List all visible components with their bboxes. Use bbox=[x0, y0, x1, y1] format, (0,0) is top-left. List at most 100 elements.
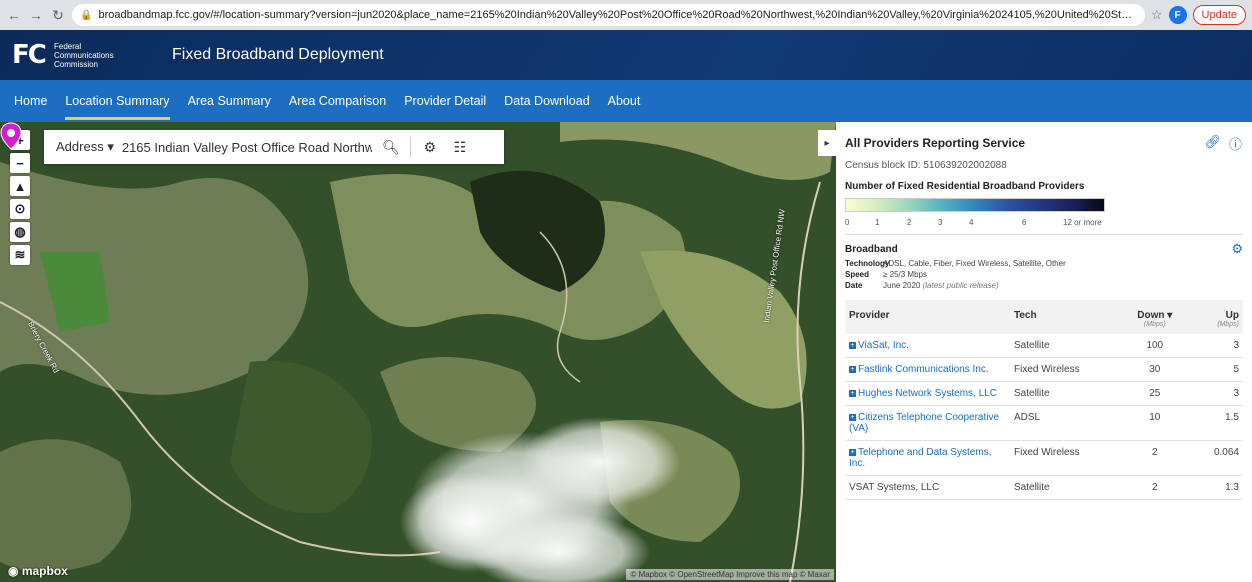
technology-row: Technology ADSL, Cable, Fiber, Fixed Wir… bbox=[845, 259, 1243, 268]
legend-tick: 1 bbox=[875, 218, 880, 227]
speed-key: Speed bbox=[845, 270, 870, 279]
info-icon[interactable]: ⓘ bbox=[1229, 134, 1242, 153]
agency-line-3: Commission bbox=[54, 59, 99, 69]
search-divider bbox=[409, 137, 411, 157]
col-down-unit: (Mbps) bbox=[1143, 321, 1166, 328]
date-key: Date bbox=[845, 281, 863, 290]
compass-icon[interactable]: ▲ bbox=[10, 176, 30, 196]
expand-plus-icon[interactable]: + bbox=[849, 366, 856, 373]
tab-location-summary[interactable]: Location Summary bbox=[65, 90, 170, 120]
tech-cell: Satellite bbox=[1010, 334, 1120, 358]
col-up-unit: (Mbps) bbox=[1217, 321, 1239, 328]
search-type-dropdown[interactable]: Address ▾ bbox=[56, 139, 114, 155]
legend-tick: 12 or more bbox=[1063, 218, 1102, 227]
results-panel: All Providers Reporting Service 🔗︎ ⓘ Cen… bbox=[836, 122, 1252, 582]
table-row: + ViaSat, Inc. Satellite 100 3 bbox=[845, 334, 1243, 358]
table-header-row: Provider Tech Down ▾ (Mbps) Up (Mbps) bbox=[845, 300, 1243, 334]
fcc-logo[interactable]: FC bbox=[12, 40, 48, 70]
provider-link[interactable]: + ViaSat, Inc. bbox=[849, 340, 909, 351]
main-nav: Home Location Summary Area Summary Area … bbox=[0, 80, 1252, 122]
technology-key: Technology bbox=[845, 259, 890, 268]
provider-name[interactable]: ViaSat, Inc. bbox=[858, 340, 909, 351]
tab-area-comparison[interactable]: Area Comparison bbox=[289, 90, 386, 112]
provider-link[interactable]: + Fastlink Communications Inc. bbox=[849, 364, 989, 375]
lock-icon: 🔒 bbox=[80, 9, 93, 21]
provider-name[interactable]: Hughes Network Systems, LLC bbox=[858, 388, 997, 399]
providers-table-body: + ViaSat, Inc. Satellite 100 3 + Fastlink Comm… bbox=[845, 334, 1243, 500]
provider-cell: VSAT Systems, LLC bbox=[845, 475, 1010, 500]
reload-icon[interactable]: ↻ bbox=[50, 7, 66, 23]
down-cell: 2 bbox=[1120, 475, 1190, 500]
address-search-input[interactable] bbox=[121, 139, 372, 155]
down-cell: 100 bbox=[1120, 334, 1190, 358]
address-search-bar: Address ▾ 🔍︎ ⚙ ☷ bbox=[44, 130, 504, 164]
table-row: + Citizens Telephone Cooperative (VA) ADSL… bbox=[845, 405, 1243, 441]
speed-value: ≥ 25/3 Mbps bbox=[883, 270, 927, 279]
settings-gear-icon[interactable]: ⚙ bbox=[419, 139, 441, 156]
browser-update-button[interactable]: Update bbox=[1192, 5, 1246, 25]
expand-plus-icon[interactable]: + bbox=[849, 342, 856, 349]
col-down-label: Down ▾ bbox=[1137, 310, 1173, 321]
mapbox-logo[interactable]: ◉ mapbox bbox=[8, 564, 68, 578]
table-row: + Hughes Network Systems, LLC Satellite 25 3 bbox=[845, 381, 1243, 406]
provider-name[interactable]: Fastlink Communications Inc. bbox=[858, 364, 989, 375]
expand-plus-icon[interactable]: + bbox=[849, 390, 856, 397]
broadband-header: Broadband ⚙ bbox=[845, 241, 1243, 257]
tech-cell: Satellite bbox=[1010, 475, 1120, 500]
broadband-settings-gear-icon[interactable]: ⚙ bbox=[1231, 241, 1243, 257]
bookmark-star-icon[interactable]: ☆ bbox=[1151, 7, 1163, 23]
provider-cell[interactable]: + Telephone and Data Systems, Inc. bbox=[845, 440, 1010, 476]
col-up[interactable]: Up (Mbps) bbox=[1189, 300, 1243, 334]
filter-sliders-icon[interactable]: ☷ bbox=[449, 139, 471, 156]
globe-icon[interactable]: ◍ bbox=[10, 222, 30, 242]
profile-avatar[interactable]: F bbox=[1168, 6, 1187, 24]
divider bbox=[845, 234, 1243, 235]
col-down[interactable]: Down ▾ (Mbps) bbox=[1120, 300, 1190, 334]
provider-name[interactable]: Citizens Telephone Cooperative (VA) bbox=[849, 412, 999, 434]
map-controls: + − ▲ ⊙ ◍ ≋ bbox=[10, 130, 30, 265]
provider-cell[interactable]: + Hughes Network Systems, LLC bbox=[845, 381, 1010, 406]
down-cell: 10 bbox=[1120, 405, 1190, 441]
date-note: (latest public release) bbox=[922, 281, 999, 290]
tab-home[interactable]: Home bbox=[14, 90, 47, 112]
search-icon[interactable]: 🔍︎ bbox=[380, 139, 402, 156]
agency-line-2: Communications bbox=[54, 50, 114, 60]
table-row: + Telephone and Data Systems, Inc. Fixed W… bbox=[845, 440, 1243, 476]
down-cell: 25 bbox=[1120, 381, 1190, 406]
agency-name: Federal Communications Commission bbox=[54, 42, 154, 69]
tech-cell: Satellite bbox=[1010, 381, 1120, 406]
forward-icon[interactable]: → bbox=[28, 7, 44, 23]
expand-plus-icon[interactable]: + bbox=[849, 414, 856, 421]
back-icon[interactable]: ← bbox=[6, 7, 22, 23]
tab-data-download[interactable]: Data Download bbox=[504, 90, 589, 112]
legend-ticks: 0 1 2 3 4 6 12 or more bbox=[845, 212, 1145, 230]
tab-area-summary[interactable]: Area Summary bbox=[188, 90, 271, 112]
legend-tick: 0 bbox=[845, 218, 850, 227]
layers-icon[interactable]: ≋ bbox=[10, 245, 30, 265]
tab-provider-detail[interactable]: Provider Detail bbox=[404, 90, 486, 112]
col-tech[interactable]: Tech bbox=[1010, 300, 1120, 334]
panel-collapse-chevron-icon[interactable]: ▸ bbox=[818, 130, 836, 156]
col-provider[interactable]: Provider bbox=[845, 300, 1010, 334]
up-cell: 1.5 bbox=[1189, 405, 1243, 441]
tech-cell: Fixed Wireless bbox=[1010, 440, 1120, 476]
address-bar[interactable]: 🔒 broadbandmap.fcc.gov/#/location-summar… bbox=[72, 4, 1145, 26]
geolocate-icon[interactable]: ⊙ bbox=[10, 199, 30, 219]
provider-cell[interactable]: + ViaSat, Inc. bbox=[845, 334, 1010, 358]
date-row: Date June 2020 (latest public release) bbox=[845, 281, 1243, 290]
map-attribution[interactable]: © Mapbox © OpenStreetMap Improve this ma… bbox=[626, 569, 834, 580]
panel-actions: 🔗︎ ⓘ bbox=[1204, 134, 1242, 153]
expand-plus-icon[interactable]: + bbox=[849, 449, 856, 456]
zoom-out-icon[interactable]: − bbox=[10, 153, 30, 173]
share-link-icon[interactable]: 🔗︎ bbox=[1204, 134, 1221, 153]
up-cell: 3 bbox=[1189, 381, 1243, 406]
provider-link[interactable]: + Citizens Telephone Cooperative (VA) bbox=[849, 412, 999, 434]
provider-link[interactable]: + Hughes Network Systems, LLC bbox=[849, 388, 997, 399]
provider-link[interactable]: + Telephone and Data Systems, Inc. bbox=[849, 447, 991, 469]
legend-tick: 4 bbox=[969, 218, 974, 227]
provider-cell[interactable]: + Fastlink Communications Inc. bbox=[845, 357, 1010, 382]
tab-about[interactable]: About bbox=[608, 90, 641, 112]
satellite-map[interactable]: Indian Valley Post Office Rd NW Briery C… bbox=[0, 122, 836, 582]
provider-cell[interactable]: + Citizens Telephone Cooperative (VA) bbox=[845, 405, 1010, 441]
provider-name[interactable]: Telephone and Data Systems, Inc. bbox=[849, 447, 991, 469]
